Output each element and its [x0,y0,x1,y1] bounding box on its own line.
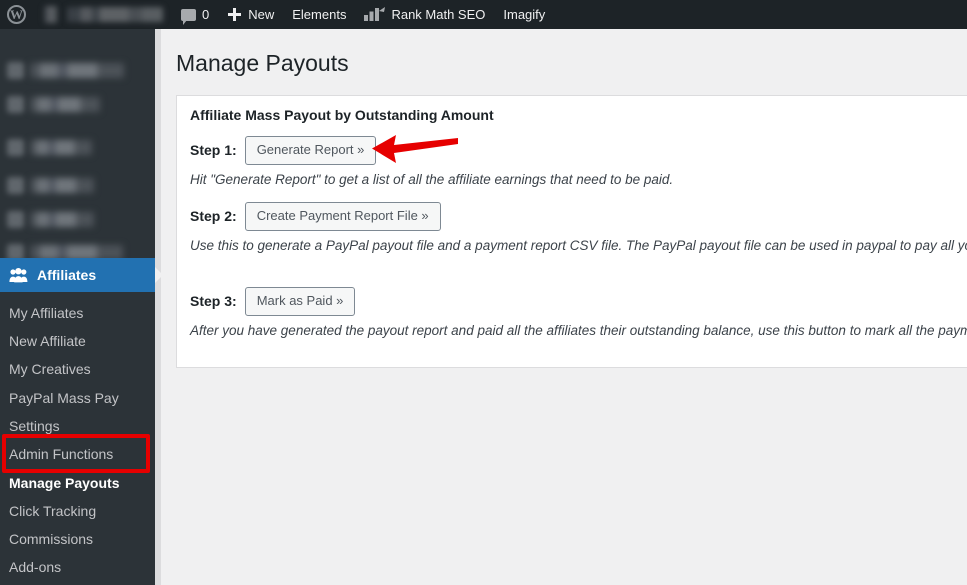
page-title: Manage Payouts [176,50,349,76]
comments-menu[interactable]: 0 [172,0,218,29]
wordpress-logo-icon: W [7,5,26,24]
redacted-menu-icon [7,139,24,156]
site-name-redacted [67,7,163,22]
sidebar-item-redacted-4[interactable] [0,169,155,203]
step-1-description: Hit "Generate Report" to get a list of a… [190,172,674,187]
redacted-menu-label [30,63,124,78]
admin-bar: W 0 New Elements Rank Math SEO Imagify [0,0,967,29]
create-payment-report-file-button[interactable]: Create Payment Report File » [244,202,441,231]
sidebar-item-add-ons[interactable]: Add-ons [0,553,155,581]
sidebar-item-label: Add-ons [9,559,62,575]
sidebar-item-label: PayPal Mass Pay [9,390,119,406]
sidebar-item-label: New Affiliate [9,333,86,349]
sidebar-item-label: Settings [9,418,60,434]
sidebar-item-commissions[interactable]: Commissions [0,525,155,553]
wordpress-logo-menu[interactable]: W [0,0,35,29]
sidebar-item-affiliates-label: Affiliates [37,267,97,283]
redacted-menu-label [30,140,92,155]
new-label: New [248,7,275,22]
sidebar-item-redacted-5[interactable] [0,203,155,237]
imagify-label: Imagify [503,7,546,22]
panel-heading: Affiliate Mass Payout by Outstanding Amo… [190,107,494,123]
sidebar-item-my-creatives[interactable]: My Creatives [0,355,155,383]
sidebar-item-label: My Affiliates [9,305,84,321]
payout-panel: Affiliate Mass Payout by Outstanding Amo… [176,95,967,368]
sidebar-item-paypal-mass-pay[interactable]: PayPal Mass Pay [0,384,155,412]
sidebar-item-label: Manage Payouts [9,475,120,491]
redacted-menu-label [30,97,100,112]
imagify-menu[interactable]: Imagify [494,0,554,29]
main-content: Manage Payouts Affiliate Mass Payout by … [161,29,967,585]
sidebar-item-click-tracking[interactable]: Click Tracking [0,497,155,525]
redacted-menu-label [30,178,94,193]
step-3-description: After you have generated the payout repo… [190,323,967,338]
generate-report-button[interactable]: Generate Report » [244,136,377,165]
sidebar-item-label: Commissions [9,531,94,547]
redacted-menu-icon [7,96,24,113]
step-2-description-before: Use this to generate a PayPal payout fil… [190,238,967,253]
rank-math-seo-menu[interactable]: Rank Math SEO [355,0,494,29]
step-3-row: Step 3: Mark as Paid » [190,287,356,316]
redacted-menu-icon [7,177,24,194]
sidebar-item-label: Click Tracking [9,503,97,519]
admin-sidebar-menu: Affiliates My Affiliates New Affiliate My … [0,29,163,585]
elements-menu[interactable]: Elements [283,0,355,29]
sidebar-item-redacted-2[interactable] [0,88,155,122]
sidebar-item-my-affiliates[interactable]: My Affiliates [0,299,155,327]
new-content-menu[interactable]: New [218,0,283,29]
sidebar-item-admin-functions[interactable]: Admin Functions [0,440,155,468]
sidebar-item-label: Admin Functions [9,446,114,462]
step-2-row: Step 2: Create Payment Report File » [190,202,441,231]
sidebar-item-settings[interactable]: Settings [0,412,155,440]
redacted-menu-icon [7,211,24,228]
sidebar-item-redacted-3[interactable] [0,131,155,165]
site-name-menu[interactable] [35,0,172,29]
elements-label: Elements [292,7,347,22]
redacted-menu-label [30,212,94,227]
sidebar-item-label: My Creatives [9,361,91,377]
sidebar-item-new-affiliate[interactable]: New Affiliate [0,327,155,355]
sidebar-item-redacted-1[interactable] [0,54,155,88]
sidebar-item-manage-payouts[interactable]: Manage Payouts [0,469,155,497]
plus-icon [227,7,242,22]
rank-math-label: Rank Math SEO [391,7,486,22]
sidebar-divider [155,29,161,585]
step-1-label: Step 1: [190,142,237,159]
affiliates-group-icon [9,267,28,282]
site-icon-redacted [44,6,57,23]
mark-as-paid-button[interactable]: Mark as Paid » [244,287,356,316]
sidebar-item-affiliates[interactable]: Affiliates [0,258,163,292]
redacted-menu-icon [7,62,24,79]
step-2-label: Step 2: [190,208,237,225]
step-3-label: Step 3: [190,293,237,310]
rank-math-bars-icon [364,7,386,21]
comment-count: 0 [202,7,210,22]
step-1-row: Step 1: Generate Report » [190,136,377,165]
comment-bubble-icon [181,8,196,25]
step-2-description: Use this to generate a PayPal payout fil… [190,236,967,257]
